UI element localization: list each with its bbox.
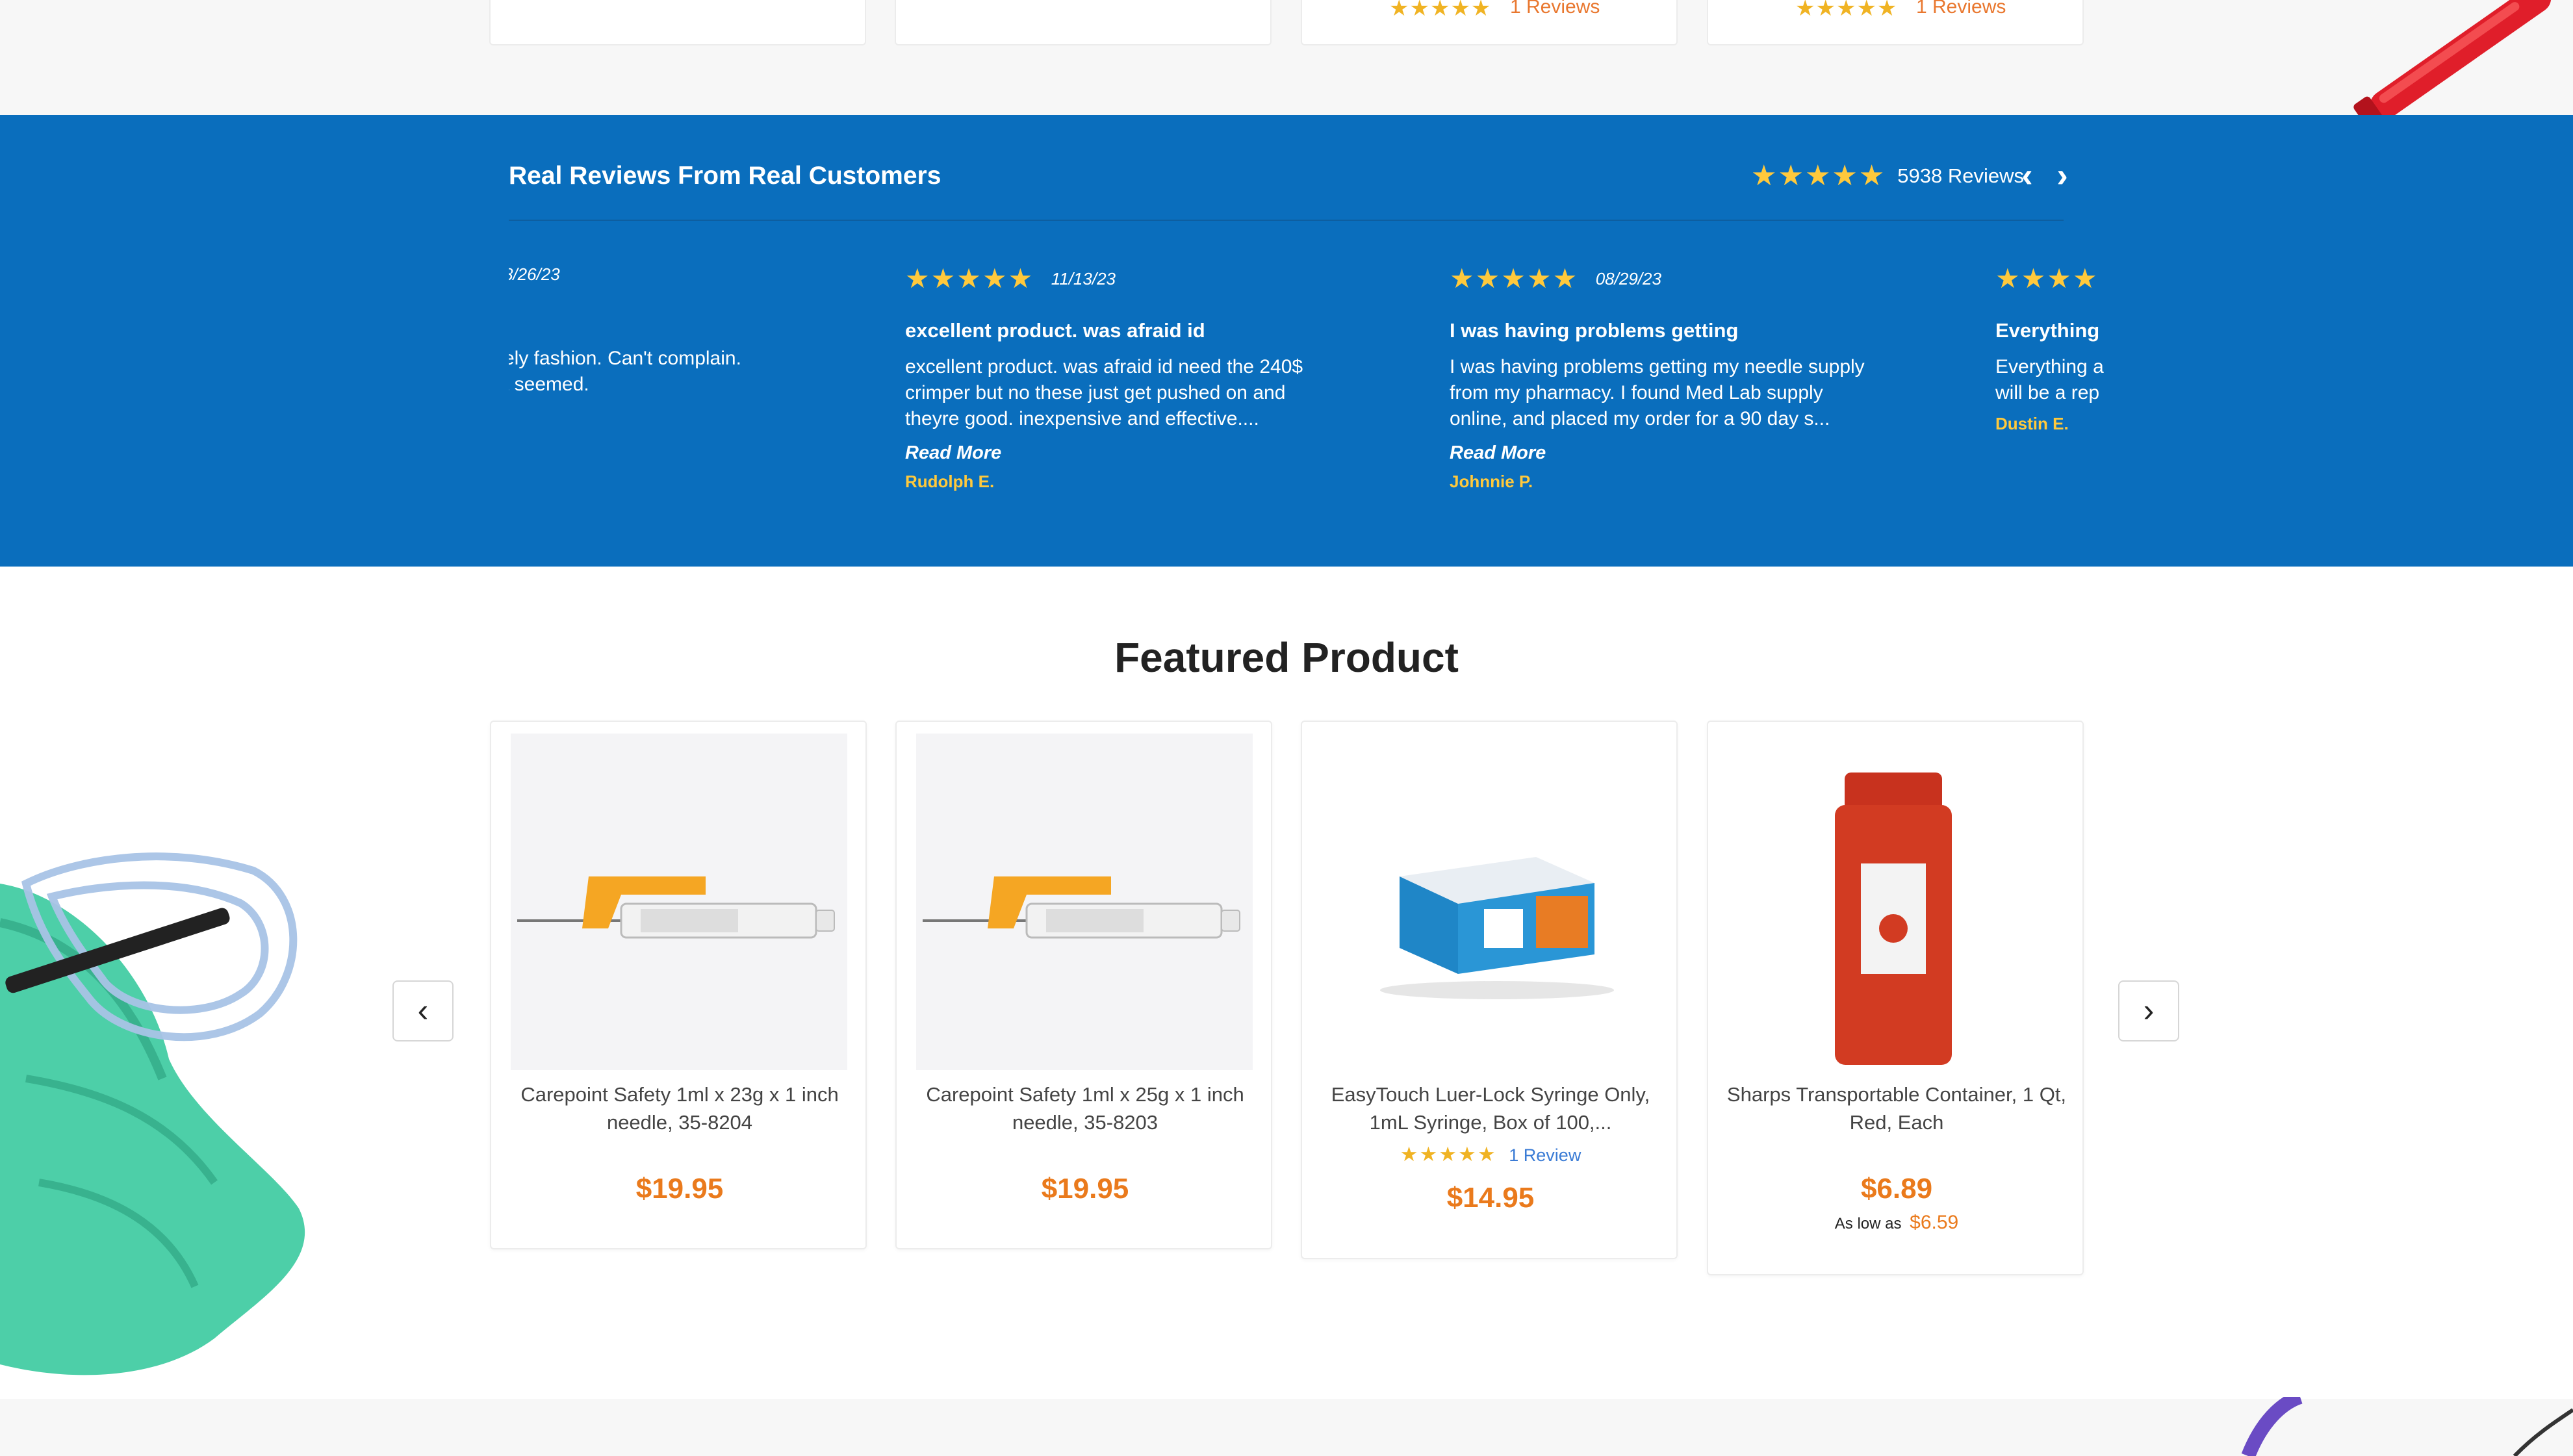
as-low-as-value: $6.59 (1910, 1212, 1959, 1233)
product-card[interactable]: Carepoint Safety 1ml x 25g x 1 inch need… (895, 721, 1272, 1249)
chevron-left-icon[interactable]: ‹ (2016, 159, 2039, 193)
product-image[interactable] (916, 734, 1253, 1070)
chevron-right-icon[interactable]: › (2051, 159, 2074, 193)
syringe-image-icon (923, 876, 1240, 939)
review-card: ★★★★★ 11/13/23 excellent product. was af… (905, 264, 1321, 492)
reviews-carousel: 8/26/23 ely fashion. Can't complain. t s… (509, 264, 2107, 550)
rating-stars-icon: ★★★★★ (1389, 0, 1492, 21)
product-card-partial[interactable] (895, 0, 1272, 45)
next-section-strip (0, 1399, 2573, 1456)
sharps-container-image-icon (1835, 773, 1952, 1065)
read-more-link[interactable]: Read More (905, 442, 1321, 464)
review-count-link[interactable]: 1 Review (1509, 1145, 1581, 1165)
review-headline: I was having problems getting (1450, 319, 1739, 342)
previous-products-strip: ★★★★★ 1 Reviews ★★★★★ 1 Reviews (0, 0, 2573, 123)
product-name-link[interactable]: Carepoint Safety 1ml x 25g x 1 inch need… (910, 1080, 1261, 1136)
product-card-partial[interactable]: ★★★★★ 1 Reviews (1707, 0, 2084, 45)
review-card: 8/26/23 ely fashion. Can't complain. t s… (509, 264, 919, 398)
product-name-link[interactable]: Carepoint Safety 1ml x 23g x 1 inch need… (504, 1080, 855, 1136)
carousel-prev-button[interactable]: ‹ (392, 980, 454, 1041)
syringe-image-icon (517, 876, 835, 939)
product-card-partial[interactable] (489, 0, 866, 45)
syringe-box-image-icon (1380, 857, 1614, 999)
read-more-link[interactable]: Read More (1450, 442, 1865, 464)
rating-stars-icon: ★★★★★ (1751, 160, 1886, 192)
decorative-stethoscope-image (2241, 1397, 2573, 1456)
as-low-as-price: As low as $6.59 (1708, 1212, 2085, 1234)
featured-product-title: Featured Product (1114, 634, 1459, 681)
product-price: $14.95 (1446, 1182, 1535, 1214)
product-card[interactable]: Sharps Transportable Container, 1 Qt, Re… (1707, 721, 2084, 1275)
review-headline: Everything (1995, 319, 2100, 342)
customer-reviews-section: Real Reviews From Real Customers ★★★★★ 5… (0, 115, 2573, 567)
product-name-link[interactable]: EasyTouch Luer-Lock Syringe Only, 1mL Sy… (1315, 1080, 1666, 1136)
review-date: 08/29/23 (1595, 268, 1661, 288)
review-date: 11/13/23 (1051, 268, 1116, 288)
review-body: Everything a will be a rep (1995, 356, 2104, 403)
review-card: ★★★★★ 08/29/23 I was having problems get… (1450, 264, 1865, 492)
review-author: Dustin E. (1995, 414, 2069, 433)
review-card: ★★★★ Everything Everything a will be a r… (1995, 264, 2106, 434)
review-author: Johnnie P. (1450, 472, 1533, 491)
product-price: $19.95 (635, 1173, 724, 1205)
divider (509, 220, 2064, 221)
review-count-link[interactable]: 1 Reviews (1916, 0, 2006, 18)
reviews-count: 5938 Reviews (1897, 164, 2024, 187)
product-price: $6.89 (1860, 1173, 1933, 1205)
page: ★★★★★ 1 Reviews ★★★★★ 1 Reviews Real Rev… (0, 0, 2573, 1456)
review-body: I was having problems getting my needle … (1450, 356, 1865, 429)
review-headline: excellent product. was afraid id (905, 319, 1205, 342)
product-card[interactable]: EasyTouch Luer-Lock Syringe Only, 1mL Sy… (1301, 721, 1678, 1259)
product-rating: ★★★★★ 1 Review (1302, 1143, 1679, 1166)
product-price: $19.95 (1041, 1173, 1129, 1205)
carousel-next-button[interactable]: › (2118, 980, 2179, 1041)
as-low-as-label: As low as (1834, 1215, 1902, 1232)
product-card-partial[interactable]: ★★★★★ 1 Reviews (1301, 0, 1678, 45)
reviews-summary: ★★★★★ 5938 Reviews (1751, 160, 2024, 192)
review-body: excellent product. was afraid id need th… (905, 356, 1303, 429)
review-date: 8/26/23 (509, 264, 560, 284)
rating-stars-icon: ★★★★★ (1400, 1143, 1497, 1166)
review-body: ely fashion. Can't complain. t seemed. (509, 348, 741, 395)
product-card[interactable]: Carepoint Safety 1ml x 23g x 1 inch need… (490, 721, 867, 1249)
review-author: Rudolph E. (905, 472, 995, 491)
rating-stars-icon: ★★★★★ (1450, 264, 1579, 294)
decorative-gloves-goggles-image (0, 852, 305, 1375)
decorative-syringe-image (2353, 0, 2552, 123)
product-image[interactable] (1728, 734, 2064, 1070)
product-image[interactable] (1322, 734, 1658, 1070)
reviews-nav: ‹ › (2016, 159, 2074, 193)
review-count-link[interactable]: 1 Reviews (1510, 0, 1600, 18)
product-name-link[interactable]: Sharps Transportable Container, 1 Qt, Re… (1721, 1080, 2072, 1136)
rating-stars-icon: ★★★★ (1995, 264, 2099, 294)
rating-stars-icon: ★★★★★ (905, 264, 1034, 294)
product-image[interactable] (511, 734, 847, 1070)
rating-stars-icon: ★★★★★ (1795, 0, 1898, 21)
reviews-title: Real Reviews From Real Customers (509, 162, 941, 190)
